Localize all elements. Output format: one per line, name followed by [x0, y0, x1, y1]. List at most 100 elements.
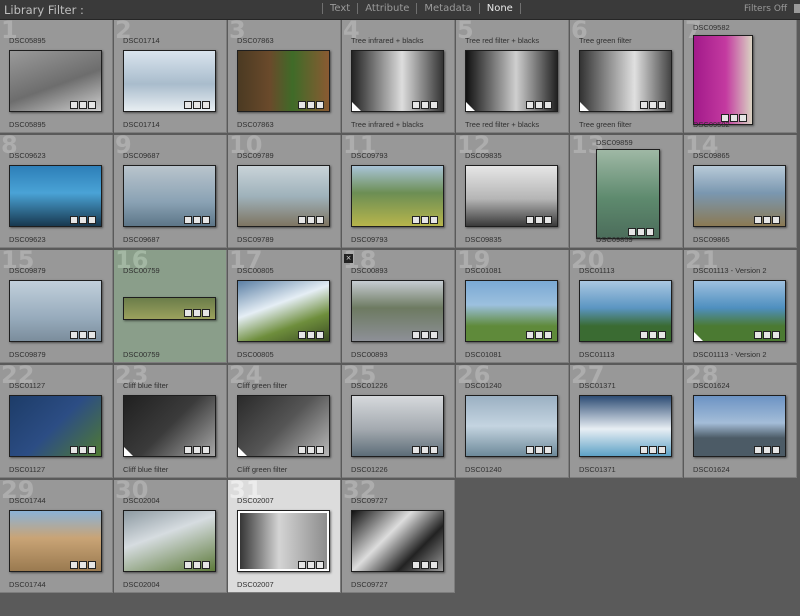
- develop-adjust-icon[interactable]: [202, 446, 210, 454]
- keyword-icon[interactable]: [640, 101, 648, 109]
- crop-icon[interactable]: [535, 216, 543, 224]
- filter-option-attribute[interactable]: Attribute: [360, 3, 414, 14]
- lock-icon[interactable]: [794, 4, 800, 13]
- develop-adjust-icon[interactable]: [316, 216, 324, 224]
- crop-icon[interactable]: [649, 331, 657, 339]
- keyword-icon[interactable]: [184, 446, 192, 454]
- develop-adjust-icon[interactable]: [658, 331, 666, 339]
- develop-adjust-icon[interactable]: [430, 101, 438, 109]
- crop-icon[interactable]: [730, 114, 738, 122]
- keyword-icon[interactable]: [184, 309, 192, 317]
- grid-cell[interactable]: 15 DSC09879 DSC09879: [0, 250, 113, 363]
- crop-icon[interactable]: [535, 446, 543, 454]
- crop-icon[interactable]: [535, 331, 543, 339]
- keyword-icon[interactable]: [754, 216, 762, 224]
- keyword-icon[interactable]: [298, 446, 306, 454]
- develop-adjust-icon[interactable]: [430, 331, 438, 339]
- filters-status[interactable]: Filters Off: [744, 4, 787, 14]
- grid-cell[interactable]: 22 DSC01127 DSC01127: [0, 365, 113, 478]
- grid-cell[interactable]: 27 DSC01371 DSC01371: [570, 365, 683, 478]
- grid-cell[interactable]: 9 DSC09687 DSC09687: [114, 135, 227, 248]
- crop-icon[interactable]: [421, 101, 429, 109]
- crop-icon[interactable]: [193, 216, 201, 224]
- grid-cell[interactable]: 16 DSC00759 DSC00759: [114, 250, 227, 363]
- grid-cell[interactable]: 8 DSC09623 DSC09623: [0, 135, 113, 248]
- crop-icon[interactable]: [193, 446, 201, 454]
- grid-cell[interactable]: 5 Tree red filter + blacks Tree red filter…: [456, 20, 569, 133]
- grid-cell[interactable]: 20 DSC01113 DSC01113: [570, 250, 683, 363]
- develop-adjust-icon[interactable]: [544, 446, 552, 454]
- grid-cell[interactable]: 30 DSC02004 DSC02004: [114, 480, 227, 593]
- grid-cell[interactable]: 12 DSC09835 DSC09835: [456, 135, 569, 248]
- crop-icon[interactable]: [307, 216, 315, 224]
- grid-cell[interactable]: 32 DSC09727 DSC09727: [342, 480, 455, 593]
- develop-adjust-icon[interactable]: [772, 446, 780, 454]
- grid-cell[interactable]: 13 DSC09859 DSC09859: [570, 135, 683, 248]
- grid-cell[interactable]: 14 DSC09865 DSC09865: [684, 135, 797, 248]
- photo-thumbnail[interactable]: [693, 35, 753, 125]
- keyword-icon[interactable]: [754, 446, 762, 454]
- keyword-icon[interactable]: [184, 216, 192, 224]
- grid-cell[interactable]: 11 DSC09793 DSC09793: [342, 135, 455, 248]
- develop-adjust-icon[interactable]: [88, 561, 96, 569]
- keyword-icon[interactable]: [298, 216, 306, 224]
- crop-icon[interactable]: [79, 331, 87, 339]
- crop-icon[interactable]: [79, 561, 87, 569]
- grid-cell[interactable]: 4 Tree infrared + blacks Tree infrared + b…: [342, 20, 455, 133]
- grid-cell[interactable]: 1 DSC05895 DSC05895: [0, 20, 113, 133]
- crop-icon[interactable]: [649, 101, 657, 109]
- photo-thumbnail[interactable]: [596, 149, 660, 239]
- develop-adjust-icon[interactable]: [544, 331, 552, 339]
- develop-adjust-icon[interactable]: [658, 446, 666, 454]
- develop-adjust-icon[interactable]: [430, 561, 438, 569]
- keyword-icon[interactable]: [412, 216, 420, 224]
- crop-icon[interactable]: [637, 228, 645, 236]
- develop-adjust-icon[interactable]: [316, 446, 324, 454]
- crop-icon[interactable]: [535, 101, 543, 109]
- develop-adjust-icon[interactable]: [202, 101, 210, 109]
- develop-adjust-icon[interactable]: [430, 216, 438, 224]
- develop-adjust-icon[interactable]: [202, 216, 210, 224]
- grid-cell[interactable]: 26 DSC01240 DSC01240: [456, 365, 569, 478]
- grid-cell[interactable]: 23 Cliff blue filter Cliff blue filter: [114, 365, 227, 478]
- keyword-icon[interactable]: [526, 216, 534, 224]
- keyword-icon[interactable]: [640, 331, 648, 339]
- develop-adjust-icon[interactable]: [316, 331, 324, 339]
- crop-icon[interactable]: [307, 331, 315, 339]
- crop-icon[interactable]: [307, 561, 315, 569]
- filter-option-text[interactable]: Text: [325, 3, 355, 14]
- keyword-icon[interactable]: [184, 101, 192, 109]
- keyword-icon[interactable]: [70, 561, 78, 569]
- keyword-icon[interactable]: [70, 216, 78, 224]
- develop-adjust-icon[interactable]: [772, 216, 780, 224]
- crop-icon[interactable]: [79, 101, 87, 109]
- develop-adjust-icon[interactable]: [88, 101, 96, 109]
- develop-adjust-icon[interactable]: [202, 561, 210, 569]
- develop-adjust-icon[interactable]: [646, 228, 654, 236]
- close-icon[interactable]: ×: [344, 254, 353, 263]
- develop-adjust-icon[interactable]: [430, 446, 438, 454]
- grid-cell[interactable]: 2 DSC01714 DSC01714: [114, 20, 227, 133]
- keyword-icon[interactable]: [412, 101, 420, 109]
- crop-icon[interactable]: [421, 561, 429, 569]
- grid-cell[interactable]: 28 DSC01624 DSC01624: [684, 365, 797, 478]
- crop-icon[interactable]: [421, 216, 429, 224]
- crop-icon[interactable]: [79, 446, 87, 454]
- develop-adjust-icon[interactable]: [544, 216, 552, 224]
- crop-icon[interactable]: [421, 446, 429, 454]
- crop-icon[interactable]: [307, 446, 315, 454]
- develop-adjust-icon[interactable]: [658, 101, 666, 109]
- crop-icon[interactable]: [421, 331, 429, 339]
- keyword-icon[interactable]: [412, 331, 420, 339]
- develop-adjust-icon[interactable]: [739, 114, 747, 122]
- develop-adjust-icon[interactable]: [772, 331, 780, 339]
- develop-adjust-icon[interactable]: [88, 446, 96, 454]
- develop-adjust-icon[interactable]: [316, 561, 324, 569]
- grid-cell[interactable]: 3 DSC07863 DSC07863: [228, 20, 341, 133]
- keyword-icon[interactable]: [412, 561, 420, 569]
- crop-icon[interactable]: [193, 561, 201, 569]
- develop-adjust-icon[interactable]: [316, 101, 324, 109]
- develop-adjust-icon[interactable]: [88, 216, 96, 224]
- grid-cell[interactable]: 17 DSC00805 DSC00805: [228, 250, 341, 363]
- develop-adjust-icon[interactable]: [202, 309, 210, 317]
